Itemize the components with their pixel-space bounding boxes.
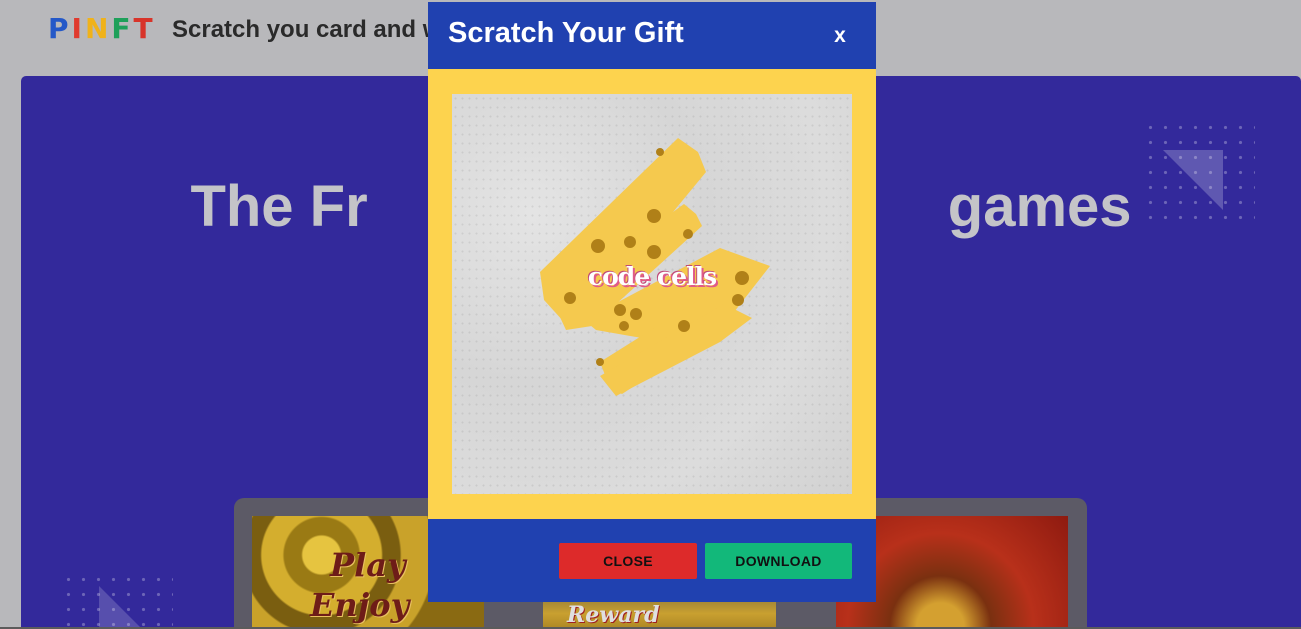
header-tagline: Scratch you card and w [172,16,442,43]
modal-footer: CLOSE DOWNLOAD [428,519,876,602]
logo-letter-n: N [84,12,112,45]
modal-header: Scratch Your Gift x [428,2,876,69]
card-label-enjoy: Enjoy [310,586,410,624]
triangle-decoration-left [99,586,145,629]
logo-letter-f: F [111,12,134,45]
triangle-decoration-right [1163,150,1223,210]
close-button[interactable]: CLOSE [559,543,697,579]
logo-letter-i: I [71,12,85,45]
download-button[interactable]: DOWNLOAD [705,543,852,579]
scratch-card-canvas[interactable]: code cells [452,94,852,494]
pinft-logo[interactable]: P I N F T [48,14,156,44]
card-label-play: Play [330,546,406,584]
scratched-area [540,138,770,396]
scratch-code-text: code cells [587,262,717,291]
logo-letter-t: T [133,12,156,45]
modal-close-icon[interactable]: x [826,20,854,52]
modal-title: Scratch Your Gift [448,17,684,49]
scratch-gift-modal: Scratch Your Gift x code cells CLOSE DOW… [428,2,876,602]
modal-body: code cells [428,69,876,519]
card-label-reward: Reward [567,602,660,628]
logo-letter-p: P [48,12,72,45]
